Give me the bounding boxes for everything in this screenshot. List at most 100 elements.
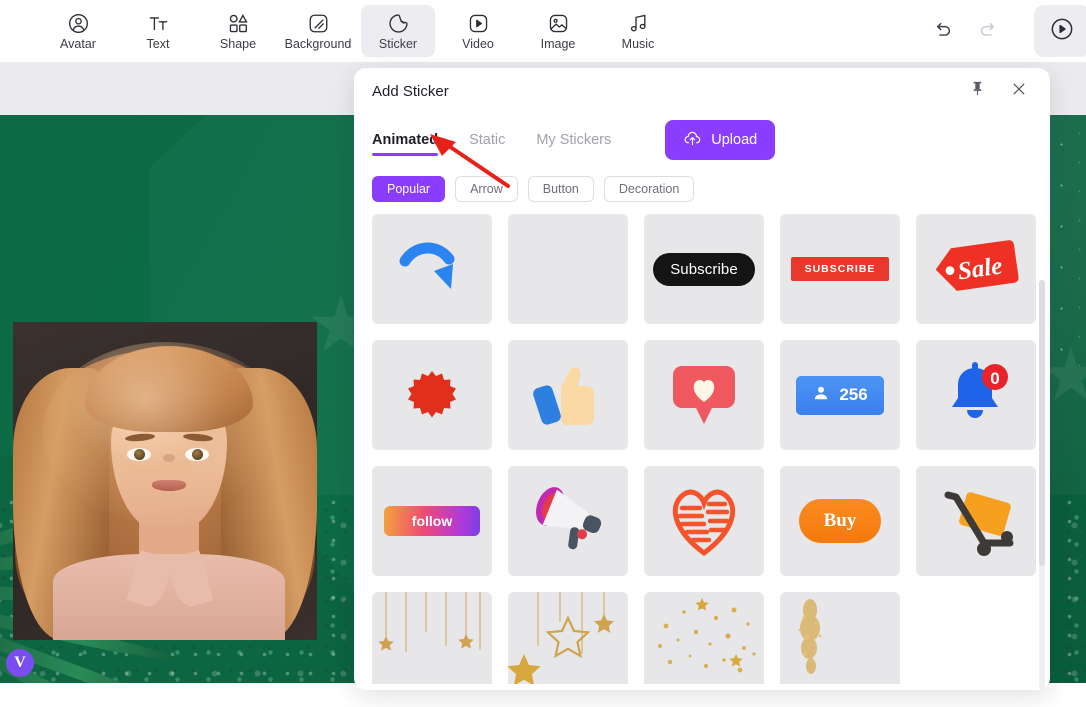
pin-panel-button[interactable] [966, 80, 988, 102]
sticker-grid: Subscribe SUBSCRIBE Sale 256 0 follow Bu… [372, 214, 1036, 684]
gold-hanging-stars-icon [372, 592, 492, 684]
vidnoz-watermark-logo: V [6, 649, 34, 677]
chip-popular[interactable]: Popular [372, 176, 446, 202]
toolbar-right-actions [931, 5, 1086, 57]
chip-label: Decoration [618, 182, 680, 196]
sticker-tile-shopping-cart[interactable] [916, 466, 1036, 576]
toolbar-item-avatar[interactable]: Avatar [41, 5, 115, 57]
toolbar-item-background[interactable]: Background [281, 5, 355, 57]
avatar-media-layer[interactable] [13, 322, 317, 640]
sticker-tile-red-burst-badge[interactable] [372, 340, 492, 450]
sale-tag-icon: Sale [930, 237, 1022, 301]
shopping-cart-icon [934, 483, 1018, 559]
tab-animated[interactable]: Animated [372, 126, 439, 160]
toolbar-item-music[interactable]: Music [601, 5, 675, 57]
cloud-upload-icon [683, 129, 702, 152]
sticker-tile-thumbs-up[interactable] [508, 340, 628, 450]
sticker-tile-blue-curved-arrow[interactable] [372, 214, 492, 324]
scribble-heart-icon [665, 484, 743, 558]
sticker-tile-scribble-heart[interactable] [644, 466, 764, 576]
tab-label: Static [469, 132, 506, 148]
chip-label: Button [542, 182, 579, 196]
sticker-tile-gold-glitter-burst[interactable] [780, 592, 900, 684]
tab-label: My Stickers [536, 132, 612, 148]
undo-button[interactable] [931, 18, 957, 44]
avatar-eye-left [127, 448, 151, 461]
red-burst-badge-icon [407, 370, 457, 420]
toolbar-item-label: Shape [219, 37, 257, 51]
sticker-tile-subscribe-black-pill[interactable]: Subscribe [644, 214, 764, 324]
tab-my-stickers[interactable]: My Stickers [536, 126, 611, 160]
avatar-nose [163, 454, 175, 462]
upload-label: Upload [711, 132, 758, 148]
preview-play-button[interactable] [1034, 5, 1086, 57]
sticker-tile-subscriber-count[interactable]: 256 [780, 340, 900, 450]
tab-static[interactable]: Static [469, 126, 505, 160]
undo-icon [933, 18, 955, 45]
toolbar-item-label: Text [146, 37, 170, 51]
toolbar-item-label: Image [540, 37, 576, 51]
person-icon [812, 384, 830, 407]
chip-arrow[interactable]: Arrow [455, 176, 518, 202]
sticker-tile-blank[interactable] [508, 214, 628, 324]
gold-glitter-burst-icon [780, 592, 900, 684]
close-panel-button[interactable] [1008, 80, 1030, 102]
chip-button[interactable]: Button [527, 176, 594, 202]
sticker-tile-gold-star-strings[interactable] [508, 592, 628, 684]
avatar-eye-right [185, 448, 209, 461]
image-icon [547, 11, 570, 35]
sticker-grid-scrollbar[interactable] [1039, 280, 1045, 690]
sticker-tabs: Animated Static My Stickers Upload [354, 114, 1050, 166]
sticker-category-chips: Popular Arrow Button Decoration [354, 166, 1050, 202]
upload-button[interactable]: Upload [665, 120, 776, 160]
text-icon [147, 11, 170, 35]
avatar-mouth [152, 480, 186, 491]
toolbar-item-image[interactable]: Image [521, 5, 595, 57]
sticker-tile-heart-speech-bubble[interactable] [644, 340, 764, 450]
sticker-tile-subscribe-red-button[interactable]: SUBSCRIBE [780, 214, 900, 324]
follow-button-label: follow [384, 506, 480, 536]
sticker-tile-megaphone[interactable] [508, 466, 628, 576]
scrollbar-thumb[interactable] [1039, 280, 1045, 566]
subscribe-pill-label: Subscribe [653, 252, 755, 286]
gold-star-strings-icon [508, 592, 628, 684]
toolbar-item-shape[interactable]: Shape [201, 5, 275, 57]
redo-button[interactable] [974, 18, 1000, 44]
subscriber-count-value: 256 [839, 385, 868, 404]
add-sticker-panel: Add Sticker Animated Static My Stickers … [354, 68, 1050, 690]
notification-bell-icon: 0 [939, 359, 1013, 431]
chip-label: Popular [387, 182, 431, 196]
sticker-grid-scroll-area[interactable]: Subscribe SUBSCRIBE Sale 256 0 follow Bu… [354, 214, 1050, 684]
video-editor-app: Avatar Text Shape Background Sticker Vid… [0, 0, 1086, 707]
toolbar-item-label: Video [462, 37, 494, 51]
panel-header-actions [966, 80, 1030, 102]
subscriber-count-badge: 256 [796, 375, 884, 415]
toolbar-items: Avatar Text Shape Background Sticker Vid… [41, 5, 675, 57]
sticker-tile-buy-button[interactable]: Buy [780, 466, 900, 576]
main-toolbar: Avatar Text Shape Background Sticker Vid… [0, 0, 1086, 63]
video-icon [467, 11, 490, 35]
sticker-icon [387, 11, 410, 35]
toolbar-item-label: Sticker [378, 37, 418, 51]
watermark-letter: V [14, 654, 26, 671]
shape-icon [227, 11, 250, 35]
thumbs-up-icon [531, 359, 605, 431]
sticker-tile-follow-gradient-button[interactable]: follow [372, 466, 492, 576]
blue-curved-arrow-icon [395, 233, 469, 305]
chip-decoration[interactable]: Decoration [603, 176, 695, 202]
sticker-tile-gold-confetti[interactable] [644, 592, 764, 684]
panel-title: Add Sticker [372, 82, 449, 100]
undo-redo-group [931, 18, 1000, 44]
music-icon [627, 11, 650, 35]
chip-label: Arrow [470, 182, 503, 196]
toolbar-item-text[interactable]: Text [121, 5, 195, 57]
avatar-iris-right [192, 449, 203, 460]
pin-icon [969, 80, 986, 102]
toolbar-item-label: Background [284, 37, 352, 51]
toolbar-item-sticker[interactable]: Sticker [361, 5, 435, 57]
toolbar-item-video[interactable]: Video [441, 5, 515, 57]
sticker-tile-gold-hanging-stars[interactable] [372, 592, 492, 684]
sticker-tile-notification-bell[interactable]: 0 [916, 340, 1036, 450]
sticker-tile-sale-tag[interactable]: Sale [916, 214, 1036, 324]
tab-label: Animated [372, 132, 439, 148]
